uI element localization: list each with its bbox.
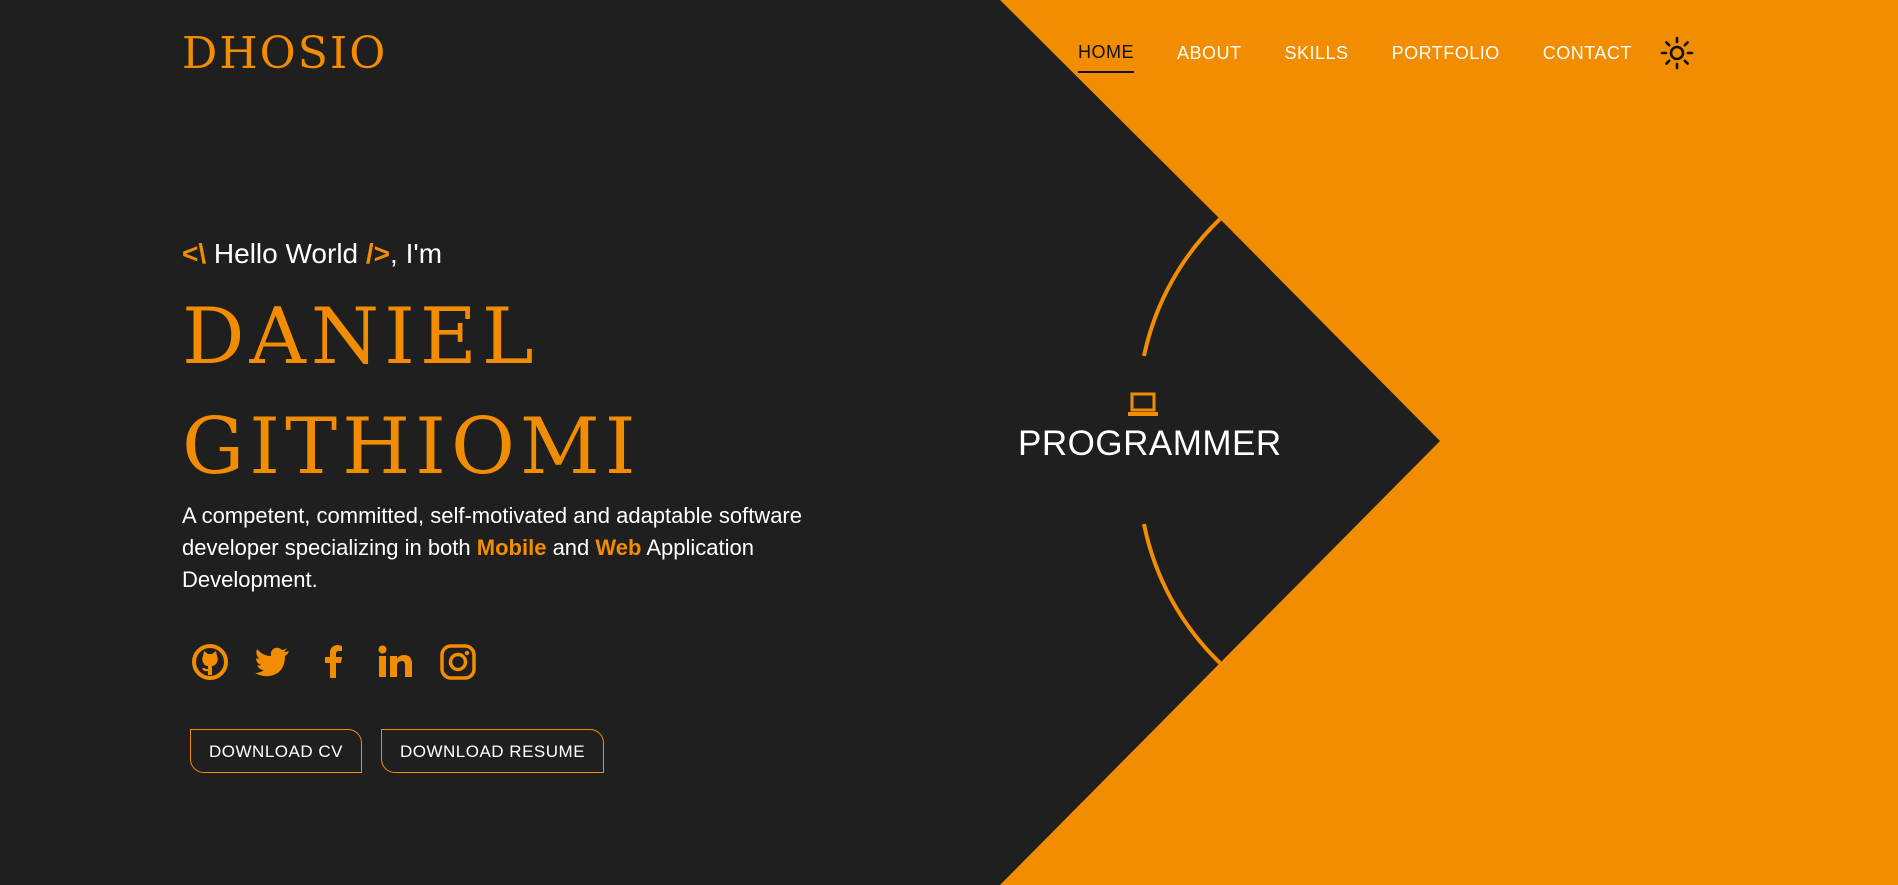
nav-skills[interactable]: SKILLS	[1285, 43, 1349, 72]
arc-top	[1142, 217, 1222, 357]
main-nav: HOME ABOUT SKILLS PORTFOLIO CONTACT	[1078, 42, 1675, 73]
sun-icon	[1660, 36, 1694, 70]
download-cv-button[interactable]: DOWNLOAD CV	[190, 729, 362, 773]
nav-about[interactable]: ABOUT	[1177, 43, 1242, 72]
twitter-link[interactable]	[252, 642, 292, 682]
site-logo[interactable]: DHOSIO	[182, 28, 387, 79]
facebook-icon	[325, 645, 342, 678]
download-resume-button[interactable]: DOWNLOAD RESUME	[380, 729, 605, 773]
linkedin-icon	[378, 645, 412, 677]
social-links	[190, 642, 478, 682]
greeting-text: Hello World	[213, 238, 359, 269]
github-link[interactable]	[190, 642, 230, 682]
name-first: DANIEL	[182, 292, 539, 382]
github-icon	[192, 644, 228, 680]
arc-bottom	[1142, 523, 1222, 665]
twitter-icon	[255, 647, 289, 677]
name-last: GITHIOMI	[182, 402, 641, 492]
nav-portfolio[interactable]: PORTFOLIO	[1392, 43, 1500, 72]
nav-home[interactable]: HOME	[1078, 42, 1134, 73]
hero-name: DANIEL GITHIOMI	[182, 282, 641, 502]
hero-description: A competent, committed, self-motivated a…	[182, 500, 822, 596]
download-buttons: DOWNLOAD CV DOWNLOAD RESUME	[190, 729, 605, 773]
hero-greeting: <\ Hello World />, I'm	[182, 238, 442, 270]
theme-toggle-button[interactable]	[1660, 36, 1694, 70]
nav-contact[interactable]: CONTACT	[1543, 43, 1632, 72]
desc-and: and	[552, 535, 590, 560]
desc-mobile: Mobile	[476, 535, 547, 560]
facebook-link[interactable]	[314, 642, 354, 682]
role-badge: PROGRAMMER	[1018, 390, 1282, 464]
laptop-icon	[1128, 392, 1158, 416]
code-open-tag: <\	[182, 238, 207, 269]
linkedin-link[interactable]	[376, 642, 416, 682]
instagram-icon	[440, 644, 476, 680]
role-title: PROGRAMMER	[1018, 424, 1282, 463]
greeting-suffix: , I'm	[390, 238, 443, 269]
instagram-link[interactable]	[438, 642, 478, 682]
desc-web: Web	[595, 535, 642, 560]
code-close-tag: />	[365, 238, 391, 269]
